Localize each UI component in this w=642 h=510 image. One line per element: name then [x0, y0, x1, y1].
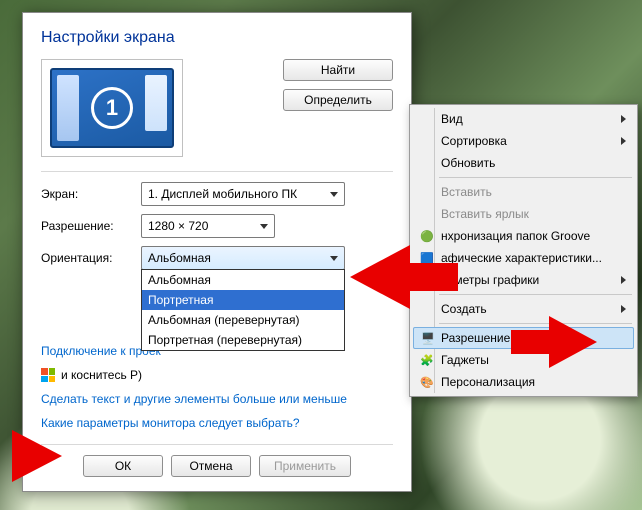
resolution-combo[interactable]: 1280 × 720	[141, 214, 275, 238]
display-label: Экран:	[41, 187, 141, 201]
orientation-option[interactable]: Портретная	[142, 290, 344, 310]
menu-sort[interactable]: Сортировка	[413, 130, 634, 152]
projector-hint: и коснитесь P)	[61, 368, 142, 382]
submenu-arrow-icon	[621, 137, 626, 145]
chevron-down-icon	[330, 192, 338, 197]
windows-logo-icon	[41, 368, 55, 382]
detect-button[interactable]: Определить	[283, 89, 393, 111]
menu-create[interactable]: Создать	[413, 298, 634, 320]
text-size-link[interactable]: Сделать текст и другие элементы больше и…	[41, 392, 393, 406]
chevron-down-icon	[260, 224, 268, 229]
monitor-params-link[interactable]: Какие параметры монитора следует выбрать…	[41, 416, 393, 430]
apply-button[interactable]: Применить	[259, 455, 351, 477]
gadgets-icon: 🧩	[419, 352, 435, 368]
ok-button[interactable]: ОК	[83, 455, 163, 477]
submenu-arrow-icon	[621, 276, 626, 284]
menu-paste: Вставить	[413, 181, 634, 203]
dialog-title: Настройки экрана	[41, 29, 393, 47]
annotation-arrow-icon	[350, 245, 410, 309]
orientation-option[interactable]: Альбомная (перевернутая)	[142, 310, 344, 330]
monitor-thumbnail[interactable]: 1	[50, 68, 174, 148]
orientation-dropdown: АльбомнаяПортретнаяАльбомная (перевернут…	[141, 269, 345, 351]
submenu-arrow-icon	[621, 305, 626, 313]
resolution-label: Разрешение:	[41, 219, 141, 233]
groove-icon: 🟢	[419, 228, 435, 244]
orientation-combo[interactable]: Альбомная АльбомнаяПортретнаяАльбомная (…	[141, 246, 345, 270]
menu-view[interactable]: Вид	[413, 108, 634, 130]
menu-groove[interactable]: 🟢нхронизация папок Groove	[413, 225, 634, 247]
submenu-arrow-icon	[621, 115, 626, 123]
find-button[interactable]: Найти	[283, 59, 393, 81]
orientation-label: Ориентация:	[41, 251, 141, 265]
cancel-button[interactable]: Отмена	[171, 455, 251, 477]
menu-refresh[interactable]: Обновить	[413, 152, 634, 174]
orientation-option[interactable]: Альбомная	[142, 270, 344, 290]
personalize-icon: 🎨	[419, 374, 435, 390]
annotation-arrow-icon	[549, 316, 597, 368]
monitor-icon: 🖥️	[420, 330, 436, 346]
display-combo[interactable]: 1. Дисплей мобильного ПК	[141, 182, 345, 206]
menu-paste-shortcut: Вставить ярлык	[413, 203, 634, 225]
monitor-number: 1	[91, 87, 133, 129]
chevron-down-icon	[330, 256, 338, 261]
monitor-preview-box: 1	[41, 59, 183, 157]
menu-personalize[interactable]: 🎨Персонализация	[413, 371, 634, 393]
annotation-arrow-icon	[12, 430, 62, 482]
orientation-option[interactable]: Портретная (перевернутая)	[142, 330, 344, 350]
